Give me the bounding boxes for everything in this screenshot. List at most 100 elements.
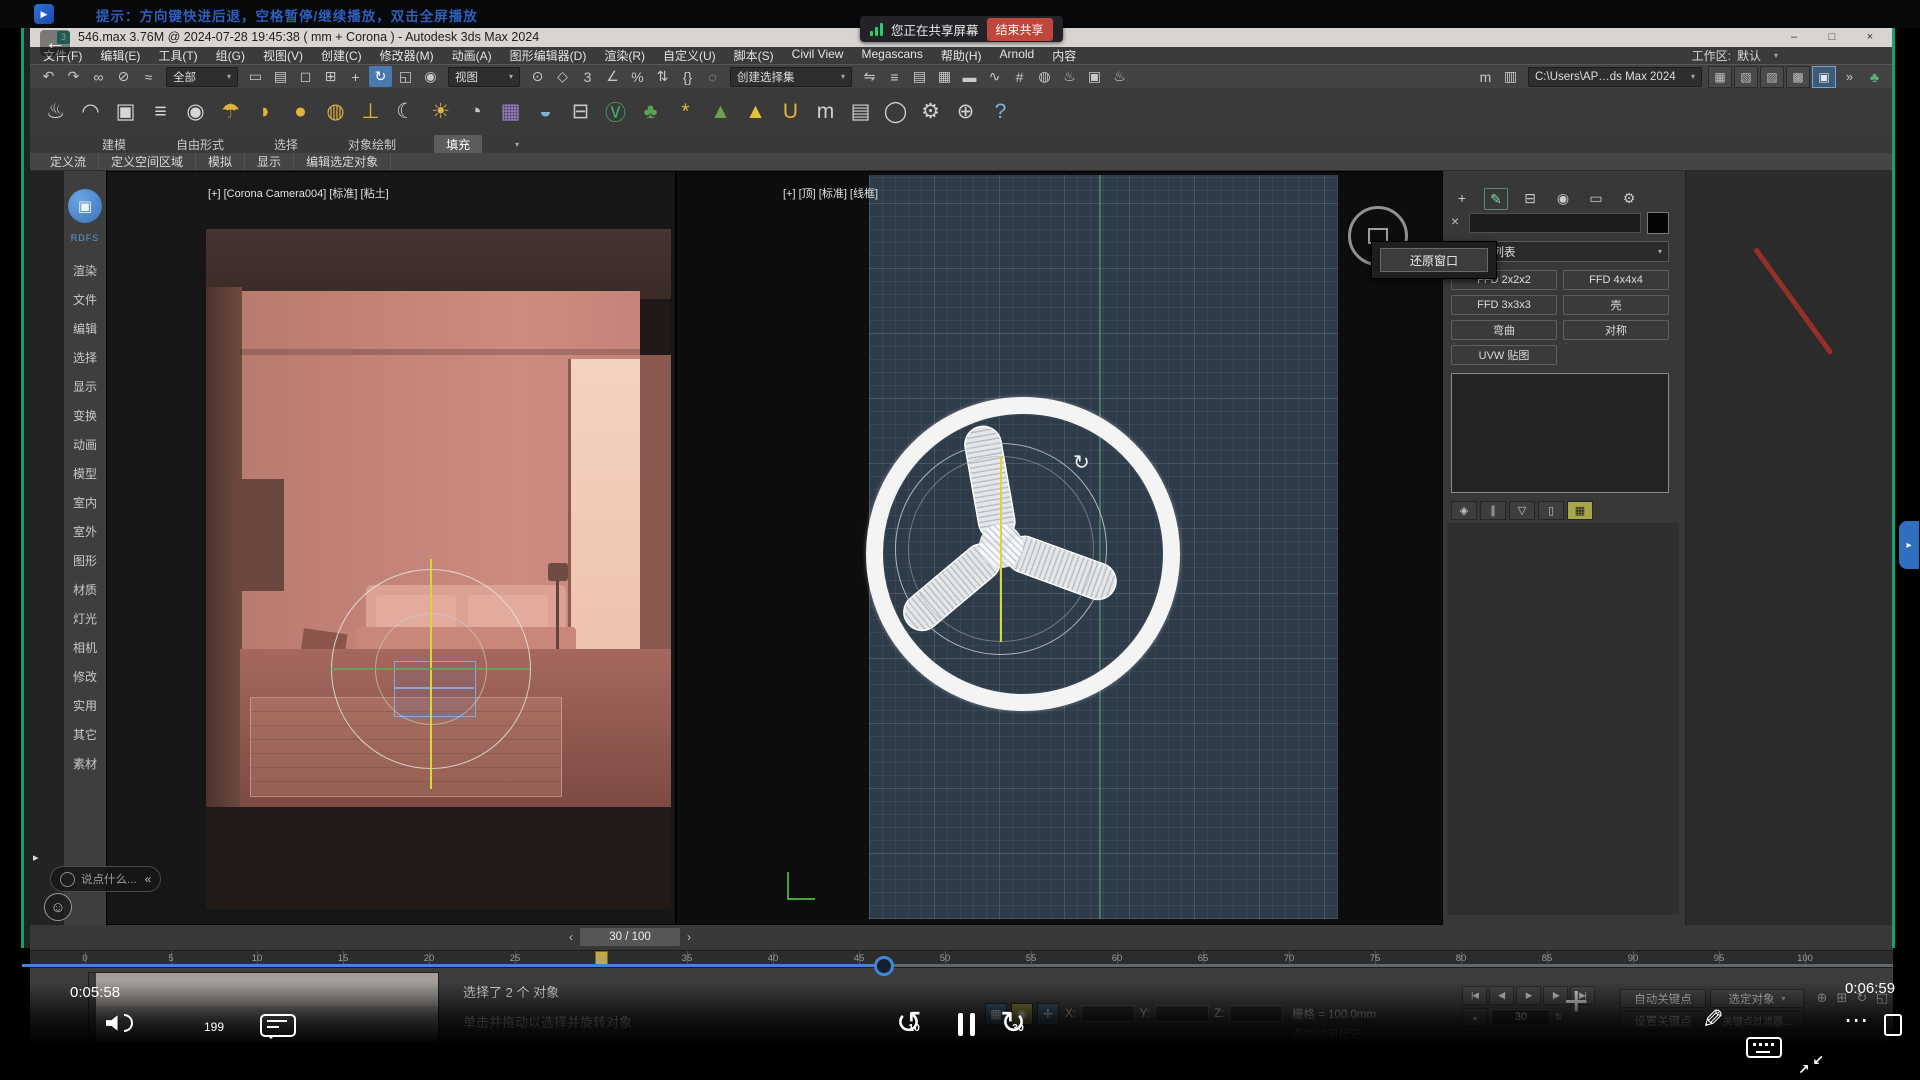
isolate-selection-icon[interactable]: ◌ <box>701 66 724 87</box>
spinner-snap-icon[interactable]: ⇅ <box>651 66 674 87</box>
ribbon-tab[interactable]: 对象绘制 <box>336 135 408 154</box>
rectangular-selection-icon[interactable]: ◻ <box>294 66 317 87</box>
undo-icon[interactable]: ↶ <box>37 66 60 87</box>
sidebar-item[interactable]: 动画 <box>64 430 106 459</box>
project-path-dropdown[interactable]: C:\Users\AP…ds Max 2024▾ <box>1528 67 1702 87</box>
redo-icon[interactable]: ↷ <box>62 66 85 87</box>
menu-item[interactable]: 内容 <box>1043 47 1085 64</box>
sphere-gray-icon[interactable]: ◔ <box>459 95 492 129</box>
modifier-button[interactable]: 壳 <box>1563 295 1669 315</box>
layout-four-icon[interactable]: ▩ <box>1786 66 1810 88</box>
auto-key-button[interactable]: 自动关键点 <box>1620 989 1706 1008</box>
softbox-light-icon[interactable]: ☂ <box>214 95 247 129</box>
ring-icon[interactable]: ◯ <box>879 95 912 129</box>
object-name-field[interactable] <box>1469 213 1641 233</box>
camera-render-canvas[interactable] <box>206 229 671 909</box>
menu-item[interactable]: 图形编辑器(D) <box>501 47 596 64</box>
render-frame-icon[interactable]: ▣ <box>1083 66 1106 87</box>
sidebar-logo-icon[interactable]: ▣ <box>68 189 102 223</box>
mountain-icon[interactable]: ▲ <box>704 95 737 129</box>
moon-icon[interactable]: ☾ <box>389 95 422 129</box>
sidebar-item[interactable]: 灯光 <box>64 604 106 633</box>
select-and-manipulate-icon[interactable]: ◇ <box>551 66 574 87</box>
frame-number-field[interactable]: 30 <box>1491 1009 1551 1026</box>
stand-light-icon[interactable]: ⊥ <box>354 95 387 129</box>
modifier-button[interactable]: 对称 <box>1563 320 1669 340</box>
menu-item[interactable]: 编辑(E) <box>91 47 149 64</box>
sidebar-item[interactable]: 渲染 <box>64 256 106 285</box>
y-coordinate-field[interactable] <box>1155 1005 1209 1022</box>
layout-active-icon[interactable]: ▣ <box>1812 66 1836 88</box>
ribbon-tab[interactable]: 自由形式 <box>164 135 236 154</box>
use-center-icon[interactable]: ⊙ <box>526 66 549 87</box>
sphere-light-icon[interactable]: ● <box>284 95 317 129</box>
box-mode-icon[interactable]: ▣ <box>109 95 142 129</box>
ribbon-tab[interactable]: 选择 <box>262 135 310 154</box>
minimize-button[interactable]: – <box>1779 29 1809 46</box>
remove-modifier-icon[interactable]: ▯ <box>1538 501 1564 520</box>
arc-icon[interactable]: ◠ <box>74 95 107 129</box>
menu-item[interactable]: 自定义(U) <box>654 47 725 64</box>
question-icon[interactable]: ? <box>984 95 1017 129</box>
viewport-camera[interactable]: [+] [Corona Camera004] [标准] [粘土] <box>106 171 676 925</box>
menu-item[interactable]: 视图(V) <box>254 47 312 64</box>
select-and-link-icon[interactable]: ∞ <box>87 66 110 87</box>
menu-item[interactable]: 渲染(R) <box>595 47 654 64</box>
side-panel-handle[interactable]: ▸ <box>1899 521 1919 569</box>
coordinate-readout[interactable]: X: Y: Z: <box>1065 1005 1283 1022</box>
sidebar-item[interactable]: 文件 <box>64 285 106 314</box>
render-setup-icon[interactable]: ♨ <box>1058 66 1081 87</box>
danmaku-chat-button[interactable] <box>260 1014 296 1037</box>
ribbon-panel-label[interactable]: 定义流 <box>38 153 99 170</box>
ribbon-tab[interactable]: 建模 <box>90 135 138 154</box>
motion-tab-icon[interactable]: ◉ <box>1552 188 1574 208</box>
zoom-icon[interactable]: ⊕ <box>1812 989 1832 1007</box>
coord-system-dropdown[interactable]: 视图▾ <box>448 67 520 87</box>
ribbon-collapse-icon[interactable]: ▾ <box>515 140 519 149</box>
prev-frame-button[interactable]: ◀| <box>1489 986 1514 1005</box>
viewport-top-label[interactable]: [+] [顶] [标准] [线框] <box>783 185 878 201</box>
stop-sharing-button[interactable]: 结束共享 <box>987 18 1053 41</box>
menu-item[interactable]: Civil View <box>783 47 853 64</box>
clear-selection-icon[interactable]: × <box>1451 213 1459 229</box>
sidebar-item[interactable]: 实用 <box>64 691 106 720</box>
video-progress-knob[interactable] <box>874 956 894 976</box>
key-mode-toggle[interactable]: ● <box>1462 1008 1487 1027</box>
percent-snap-icon[interactable]: % <box>626 66 649 87</box>
viewport-camera-label[interactable]: [+] [Corona Camera004] [标准] [粘土] <box>208 185 389 201</box>
play-button[interactable]: ▶ <box>1516 986 1541 1005</box>
ribbon-toggle-icon[interactable]: ▬ <box>958 66 981 87</box>
list-icon[interactable]: ≡ <box>144 95 177 129</box>
transform-gizmo-icon[interactable]: ✛ <box>1037 1003 1059 1025</box>
uv-checker-icon[interactable]: ▦ <box>494 95 527 129</box>
edit-named-sets-icon[interactable]: {} <box>676 66 699 87</box>
ribbon-panel-label[interactable]: 显示 <box>245 153 294 170</box>
layer-explorer-icon[interactable]: ▦ <box>933 66 956 87</box>
material-editor-icon[interactable]: ◍ <box>1033 66 1056 87</box>
sun-icon[interactable]: ☀ <box>424 95 457 129</box>
sidebar-item[interactable]: 修改 <box>64 662 106 691</box>
keyboard-button[interactable] <box>1746 1037 1782 1058</box>
scene-explorer-icon[interactable]: ▤ <box>908 66 931 87</box>
menu-item[interactable]: 修改器(M) <box>371 47 443 64</box>
sidebar-item[interactable]: 编辑 <box>64 314 106 343</box>
sidebar-item[interactable]: 变换 <box>64 401 106 430</box>
ribbon-tab[interactable]: 填充 <box>434 135 482 154</box>
schematic-view-icon[interactable]: # <box>1008 66 1031 87</box>
bind-to-space-warp-icon[interactable]: ≈ <box>137 66 160 87</box>
workspace-selector[interactable]: 工作区: 默认 ▾ <box>1692 47 1778 64</box>
sidebar-item[interactable]: 材质 <box>64 575 106 604</box>
snap-toggle-icon[interactable]: 3 <box>576 66 599 87</box>
menu-item[interactable]: 动画(A) <box>443 47 501 64</box>
angle-snap-icon[interactable]: ∠ <box>601 66 624 87</box>
video-progress-filled[interactable] <box>22 964 884 967</box>
sidebar-item[interactable]: 模型 <box>64 459 106 488</box>
back-button[interactable]: ← <box>40 30 70 56</box>
selected-filter-dropdown[interactable]: 选定对象▾ <box>1710 989 1804 1008</box>
next-frame-arrow[interactable]: › <box>682 928 696 946</box>
z-coordinate-field[interactable] <box>1229 1005 1283 1022</box>
layout-three-icon[interactable]: ▨ <box>1760 66 1784 88</box>
sidebar-item[interactable]: 相机 <box>64 633 106 662</box>
v-logo-icon[interactable]: Ⓥ <box>599 95 632 129</box>
sidebar-item[interactable]: 素材 <box>64 749 106 778</box>
